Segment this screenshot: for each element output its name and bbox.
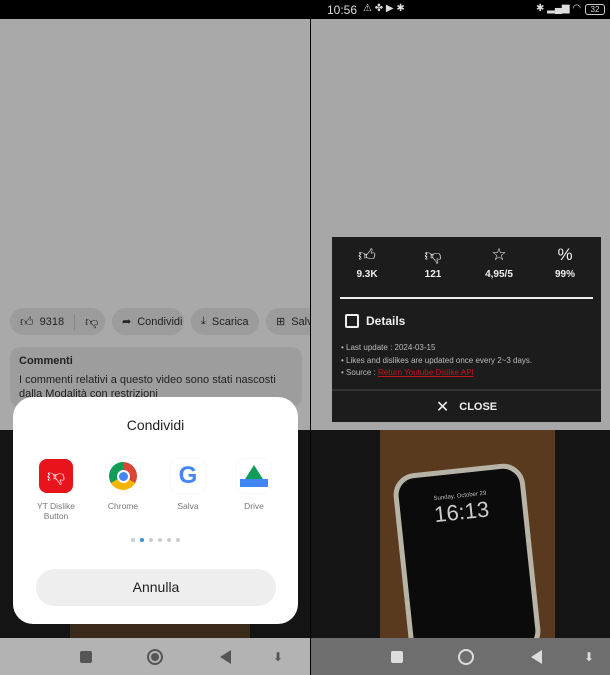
dislike-stats-popup: 👍︎ 9.3K 👎︎ 121 ☆ 4,95/5 % 99% Details • Last… <box>332 237 601 422</box>
ratio-bar <box>340 297 593 299</box>
share-app-chrome[interactable]: Chrome <box>93 459 153 511</box>
page-dot[interactable] <box>167 538 171 542</box>
recents-icon[interactable] <box>80 650 92 663</box>
download-icon: ⤓ <box>201 315 206 327</box>
percent-value: 99% <box>554 269 575 280</box>
thumb-up-icon: 👍︎ <box>20 313 34 329</box>
details-label: Details <box>366 314 406 328</box>
close-icon: ✕ <box>435 398 450 416</box>
last-update-label: Last update : <box>346 343 395 352</box>
comments-title: Commenti <box>19 355 73 367</box>
status-bar: 10:56 ⚠ ✤ ▶ ✱ ✱ ▂▄▆ ◠ 32 <box>311 0 610 19</box>
home-icon[interactable] <box>458 648 474 665</box>
rating-value: 4,95/5 <box>485 269 513 280</box>
phone-image: Sunday, October 29 16:13 <box>391 461 543 638</box>
download-label: Scarica <box>211 315 249 328</box>
page-dot[interactable] <box>149 538 153 542</box>
share-app-drive[interactable]: Drive <box>224 459 284 511</box>
details-list: • Last update : 2024-03-15 • Likes and d… <box>341 343 533 377</box>
status-bar <box>0 0 310 19</box>
close-button[interactable]: ✕ CLOSE <box>332 389 601 422</box>
likes-stat: 👍︎ 9.3K <box>337 245 397 280</box>
share-sheet: Condividi 👎︎ YT Dislike Button Chrome G … <box>13 397 298 624</box>
page-dot[interactable] <box>176 538 180 542</box>
gesture-icon[interactable]: ⬇ <box>584 650 594 664</box>
google-icon: G <box>171 459 205 493</box>
update-note: Likes and dislikes are updated once ever… <box>346 355 533 365</box>
dislikes-stat: 👎︎ 121 <box>403 245 463 280</box>
thumb-down-icon[interactable]: 👎︎ <box>85 314 98 330</box>
checkbox[interactable] <box>345 314 359 328</box>
app-label: YT Dislike Button <box>36 501 76 521</box>
gesture-icon[interactable]: ⬇ <box>273 650 283 664</box>
star-icon: ☆ <box>491 245 507 264</box>
back-icon[interactable] <box>220 649 231 664</box>
share-button[interactable]: ➦ Condividi <box>112 308 184 335</box>
thumb-up-icon: 👍︎ <box>358 246 376 265</box>
notification-icons: ⚠ ✤ ▶ ✱ <box>363 3 405 14</box>
chrome-icon <box>106 459 140 493</box>
left-screen: 👍︎ 9318 👎︎ ➦ Condividi ⤓ Scarica ⊞ Salva… <box>0 0 310 675</box>
navigation-bar: ⬇ <box>311 638 610 675</box>
divider <box>74 313 76 330</box>
share-app-google[interactable]: G Salva <box>158 459 218 511</box>
percent-stat: % 99% <box>535 245 595 280</box>
close-label: CLOSE <box>459 400 498 413</box>
battery-icon: 32 <box>585 4 605 15</box>
back-icon[interactable] <box>531 649 542 664</box>
signal-wifi-icons: ✱ ▂▄▆ ◠ <box>536 3 582 14</box>
page-dot[interactable] <box>158 538 162 542</box>
save-label: Salva <box>291 315 310 328</box>
share-sheet-title: Condividi <box>126 417 185 433</box>
share-app-yt-dislike[interactable]: 👎︎ YT Dislike Button <box>26 459 86 521</box>
rating-stat: ☆ 4,95/5 <box>469 245 529 280</box>
page-dot[interactable] <box>131 538 135 542</box>
share-label: Condividi <box>137 315 183 328</box>
clock: 10:56 <box>327 3 358 17</box>
app-label: Drive <box>244 501 264 511</box>
right-screen: 10:56 ⚠ ✤ ▶ ✱ ✱ ▂▄▆ ◠ 32 Sunday, October… <box>311 0 610 675</box>
like-count: 9318 <box>39 315 65 328</box>
drive-icon <box>237 459 271 493</box>
video-thumbnail[interactable]: Sunday, October 29 16:13 <box>311 430 610 638</box>
save-button[interactable]: ⊞ Salva <box>266 308 310 335</box>
source-link[interactable]: Return Youtube Dislike API <box>378 368 474 377</box>
details-toggle[interactable]: Details <box>345 314 405 328</box>
like-dislike-button[interactable]: 👍︎ 9318 👎︎ <box>10 308 105 335</box>
page-dot[interactable] <box>140 538 144 542</box>
thumb-down-icon: 👎︎ <box>424 246 442 265</box>
likes-value: 9.3K <box>356 269 378 280</box>
home-icon[interactable] <box>147 648 163 665</box>
source-label: Source : <box>346 368 379 377</box>
share-icon: ➦ <box>122 316 132 328</box>
page-indicator <box>13 538 298 542</box>
download-button[interactable]: ⤓ Scarica <box>191 308 259 335</box>
save-icon: ⊞ <box>276 316 286 328</box>
recents-icon[interactable] <box>391 650 403 663</box>
cancel-button[interactable]: Annulla <box>36 569 276 606</box>
thumb-down-icon: 👎︎ <box>39 459 73 493</box>
app-label: Salva <box>177 501 199 511</box>
last-update-value: 2024-03-15 <box>394 343 436 352</box>
percent-icon: % <box>557 245 573 264</box>
app-label: Chrome <box>107 501 139 511</box>
navigation-bar: ⬇ <box>0 638 310 675</box>
dislikes-value: 121 <box>424 269 442 280</box>
